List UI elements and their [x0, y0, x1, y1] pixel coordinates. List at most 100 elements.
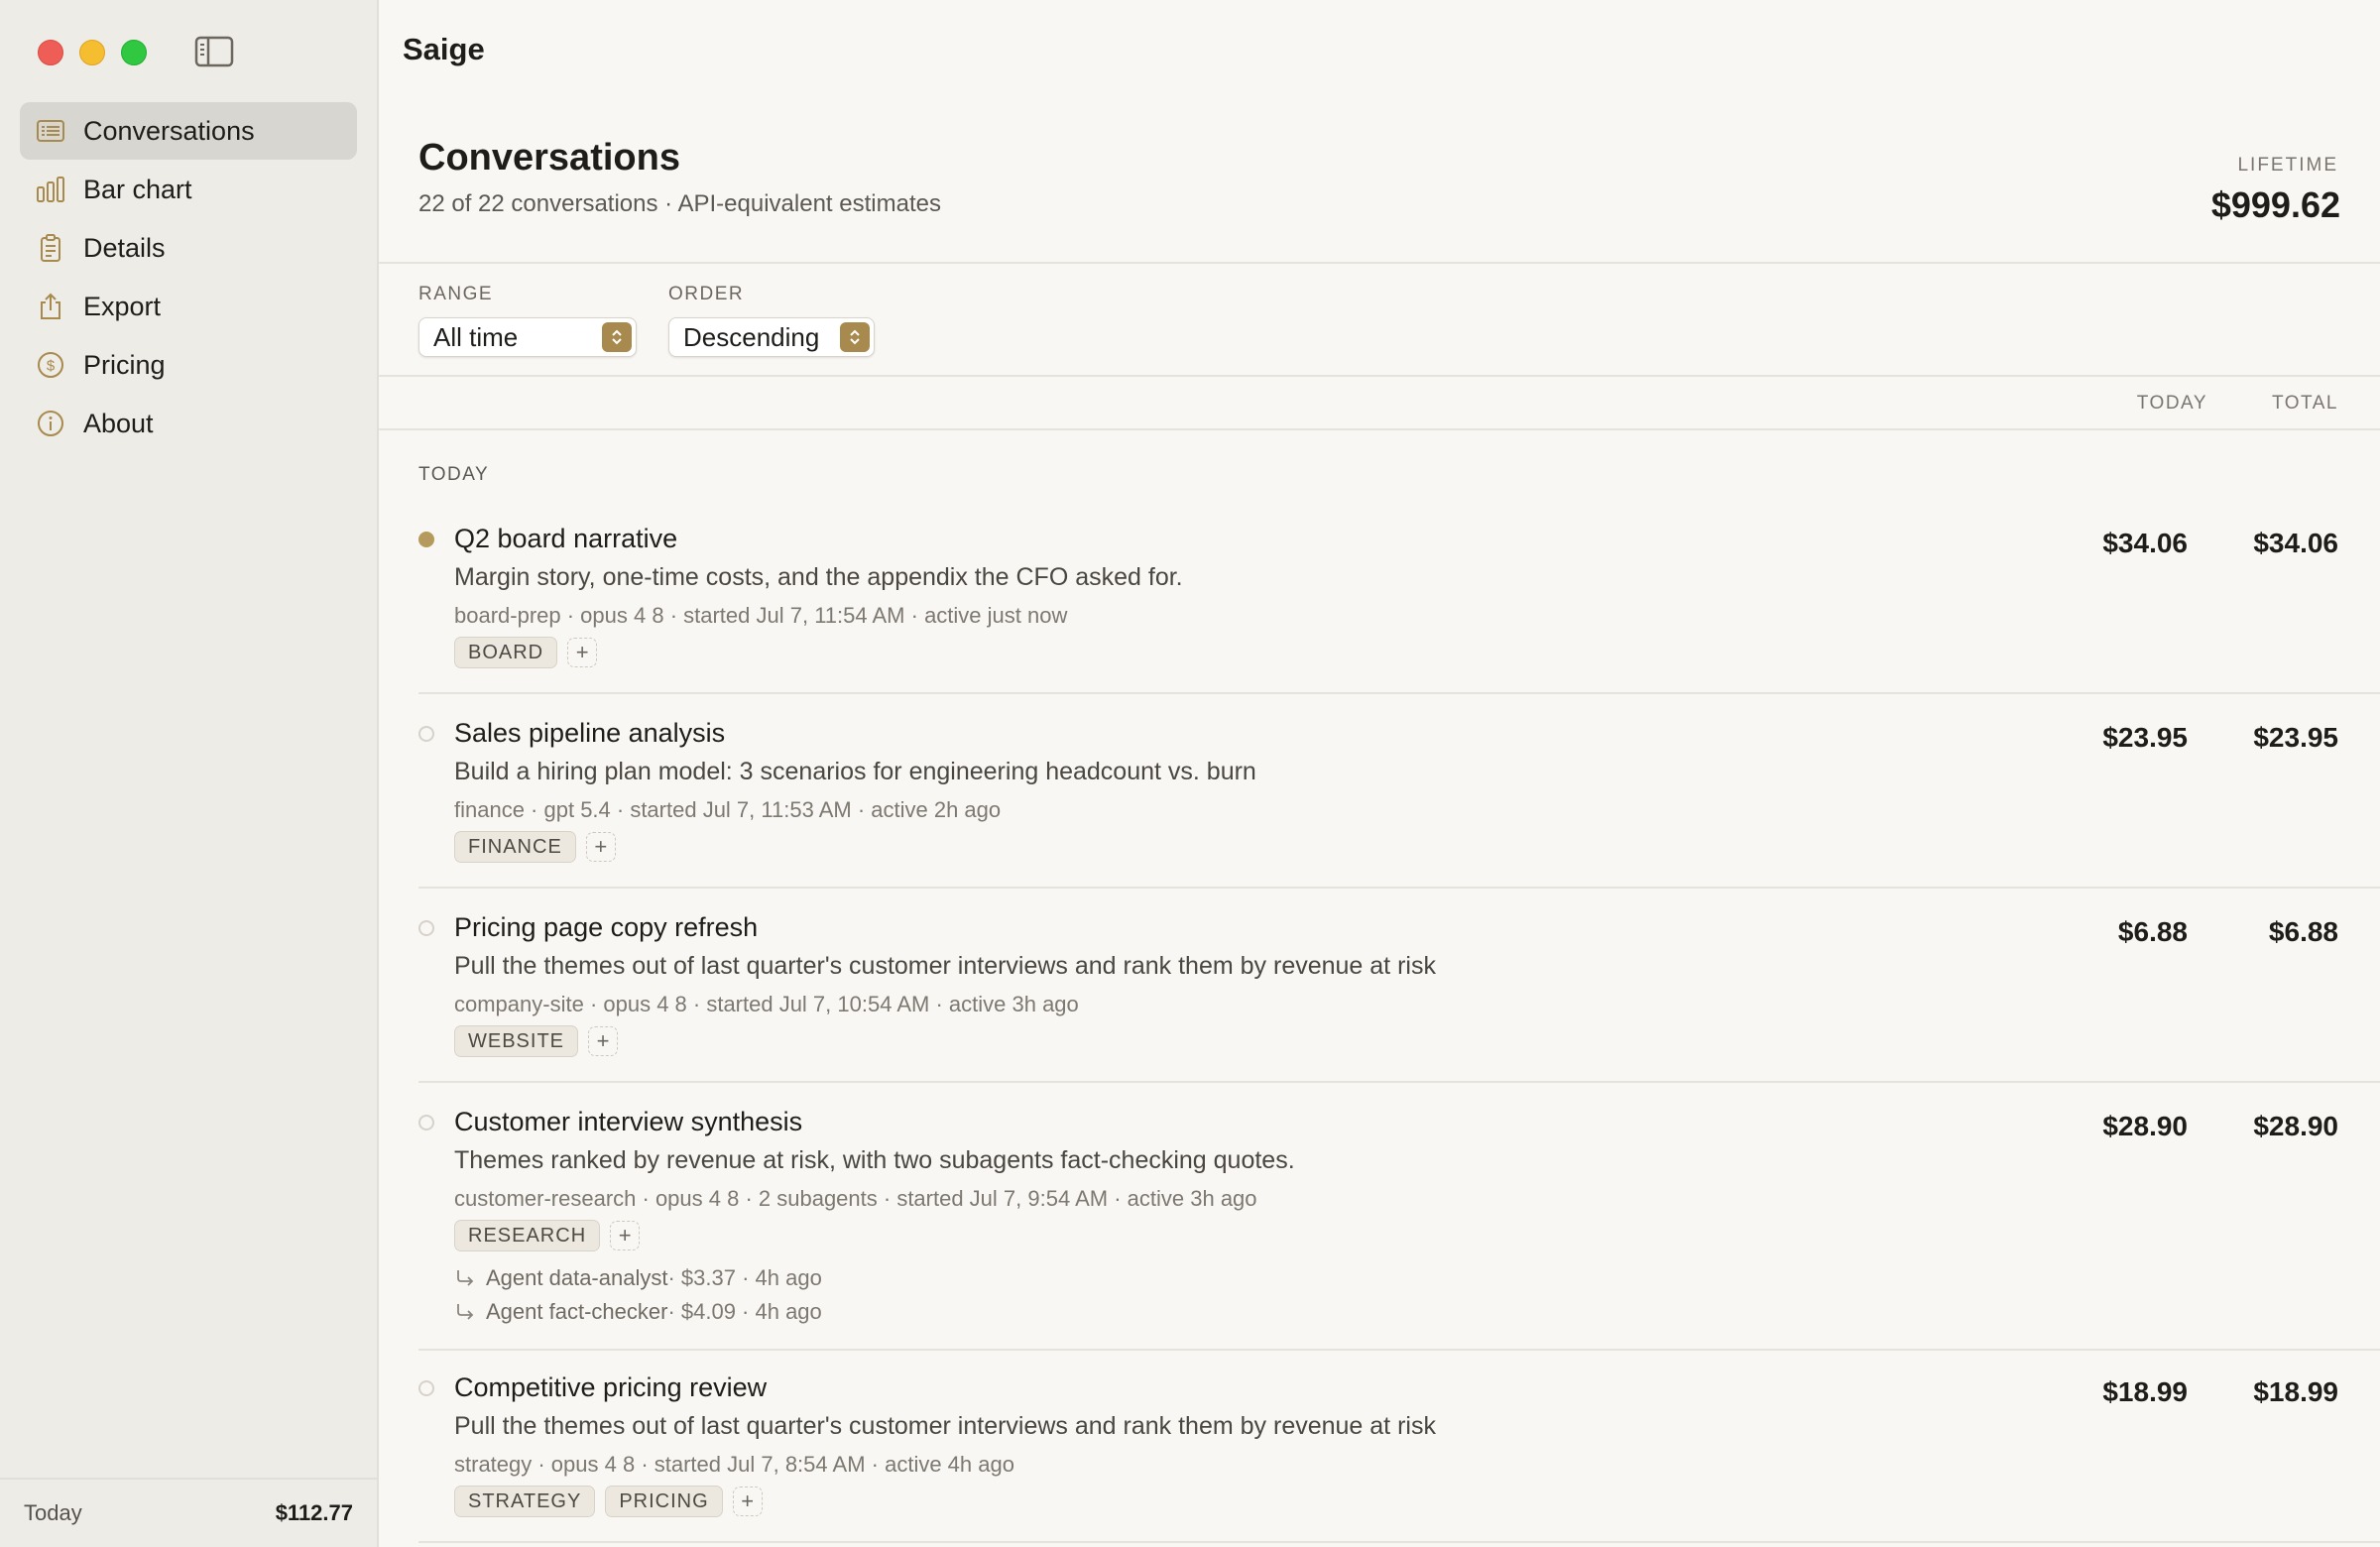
total-cost: $34.06 — [2253, 528, 2338, 558]
chevron-updown-icon — [602, 322, 632, 352]
row-divider — [418, 887, 2380, 889]
tag-list: STRATEGY PRICING + — [454, 1486, 763, 1517]
range-select-value: All time — [433, 321, 519, 352]
page-subtitle: 22 of 22 conversations · API-equivalent … — [418, 190, 941, 217]
sidebar-item-label: Pricing — [83, 349, 166, 380]
subagent-row[interactable]: Agent fact-checker · $4.09 · 4h ago — [454, 1299, 822, 1325]
main-content: Saige Conversations 22 of 22 conversatio… — [379, 0, 2380, 1547]
clipboard-icon — [36, 233, 65, 263]
divider — [379, 262, 2380, 264]
conversation-row[interactable]: Customer interview synthesis Themes rank… — [379, 1099, 2380, 1347]
tag[interactable]: FINANCE — [454, 831, 576, 863]
conversation-meta: company-site · opus 4 8 · started Jul 7,… — [454, 992, 1079, 1016]
today-cost: $34.06 — [2102, 528, 2188, 558]
sidebar-item-bar-chart[interactable]: Bar chart — [20, 161, 357, 218]
conversation-row[interactable]: Sales pipeline analysis Build a hiring p… — [379, 710, 2380, 885]
info-circle-icon — [36, 409, 65, 438]
total-cost: $23.95 — [2253, 722, 2338, 753]
conversation-title: Pricing page copy refresh — [454, 912, 759, 942]
status-dot — [418, 920, 434, 936]
sidebar: Conversations Bar chart Details Export $… — [0, 0, 379, 1547]
status-dot — [418, 726, 434, 742]
today-cost: $23.95 — [2102, 722, 2188, 753]
subagent-name: Agent data-analyst — [486, 1265, 668, 1290]
column-header-today: TODAY — [2136, 393, 2207, 414]
sidebar-item-label: Export — [83, 291, 162, 321]
sidebar-item-label: Bar chart — [83, 174, 192, 204]
add-tag-button[interactable]: + — [588, 1026, 619, 1056]
share-icon — [36, 292, 65, 321]
tag-list: FINANCE + — [454, 831, 616, 863]
status-dot — [418, 1380, 434, 1396]
divider — [379, 428, 2380, 430]
sidebar-item-label: Conversations — [83, 115, 255, 146]
sidebar-item-pricing[interactable]: $ Pricing — [20, 336, 357, 394]
lifetime-label: LIFETIME — [2237, 155, 2338, 176]
total-cost: $6.88 — [2268, 916, 2338, 947]
subagent-detail: · $3.37 · 4h ago — [667, 1265, 822, 1290]
tag-list: RESEARCH + — [454, 1220, 641, 1251]
conversation-title: Sales pipeline analysis — [454, 718, 726, 748]
page-title: Conversations — [418, 137, 680, 178]
sidebar-item-conversations[interactable]: Conversations — [20, 102, 357, 160]
window-controls — [38, 40, 147, 65]
subagent-row[interactable]: Agent data-analyst · $3.37 · 4h ago — [454, 1265, 822, 1291]
section-label-today: TODAY — [418, 464, 490, 485]
tag[interactable]: RESEARCH — [454, 1220, 601, 1251]
today-total-value: $112.77 — [275, 1500, 353, 1525]
conversation-row[interactable]: Pricing page copy refresh Pull the theme… — [379, 904, 2380, 1079]
row-divider — [418, 1081, 2380, 1083]
sidebar-toggle-icon[interactable] — [194, 36, 234, 67]
tag[interactable]: BOARD — [454, 637, 558, 668]
sidebar-footer: Today $112.77 — [0, 1478, 377, 1547]
conversation-meta: board-prep · opus 4 8 · started Jul 7, 1… — [454, 603, 1068, 628]
sidebar-item-about[interactable]: About — [20, 395, 357, 452]
order-label: ORDER — [668, 284, 745, 304]
status-dot — [418, 1115, 434, 1130]
row-divider — [418, 1349, 2380, 1351]
today-cost: $28.90 — [2102, 1111, 2188, 1141]
zoom-window-button[interactable] — [121, 40, 147, 65]
today-cost: $6.88 — [2117, 916, 2188, 947]
total-cost: $28.90 — [2253, 1111, 2338, 1141]
conversation-meta: finance · gpt 5.4 · started Jul 7, 11:53… — [454, 797, 1002, 822]
add-tag-button[interactable]: + — [585, 832, 616, 862]
subagent-arrow-icon — [457, 1270, 474, 1286]
order-select-value: Descending — [683, 321, 820, 352]
conversation-description: Pull the themes out of last quarter's cu… — [454, 1412, 1436, 1440]
add-tag-button[interactable]: + — [610, 1221, 641, 1250]
lifetime-value: $999.62 — [2210, 184, 2340, 225]
subagent-name: Agent fact-checker — [486, 1299, 668, 1324]
conversation-description: Themes ranked by revenue at risk, with t… — [454, 1146, 1295, 1174]
chevron-updown-icon — [840, 322, 870, 352]
minimize-window-button[interactable] — [79, 40, 105, 65]
row-divider — [418, 1541, 2380, 1543]
add-tag-button[interactable]: + — [567, 638, 598, 667]
order-select[interactable]: Descending — [668, 317, 875, 357]
sidebar-item-export[interactable]: Export — [20, 278, 357, 335]
tag-list: WEBSITE + — [454, 1025, 619, 1057]
conversation-description: Margin story, one-time costs, and the ap… — [454, 563, 1183, 591]
tag[interactable]: PRICING — [605, 1486, 723, 1517]
app-title: Saige — [403, 32, 485, 66]
conversation-row[interactable]: Q2 board narrative Margin story, one-tim… — [379, 516, 2380, 690]
conversation-title: Q2 board narrative — [454, 524, 678, 553]
range-select[interactable]: All time — [418, 317, 637, 357]
conversation-row[interactable]: Competitive pricing review Pull the them… — [379, 1365, 2380, 1539]
close-window-button[interactable] — [38, 40, 63, 65]
tag[interactable]: WEBSITE — [454, 1025, 579, 1057]
conversation-meta: customer-research · opus 4 8 · 2 subagen… — [454, 1186, 1257, 1211]
sidebar-item-details[interactable]: Details — [20, 219, 357, 277]
divider — [379, 375, 2380, 377]
sidebar-nav: Conversations Bar chart Details Export $… — [20, 102, 357, 453]
add-tag-button[interactable]: + — [732, 1487, 763, 1516]
conversation-description: Build a hiring plan model: 3 scenarios f… — [454, 758, 1256, 785]
svg-text:$: $ — [47, 358, 56, 375]
column-header-total: TOTAL — [2272, 393, 2338, 414]
conversation-title: Customer interview synthesis — [454, 1107, 803, 1136]
subagent-arrow-icon — [457, 1304, 474, 1320]
tag[interactable]: STRATEGY — [454, 1486, 596, 1517]
sidebar-item-label: Details — [83, 232, 166, 263]
subagent-detail: · $4.09 · 4h ago — [667, 1299, 822, 1324]
today-cost: $18.99 — [2102, 1376, 2188, 1407]
